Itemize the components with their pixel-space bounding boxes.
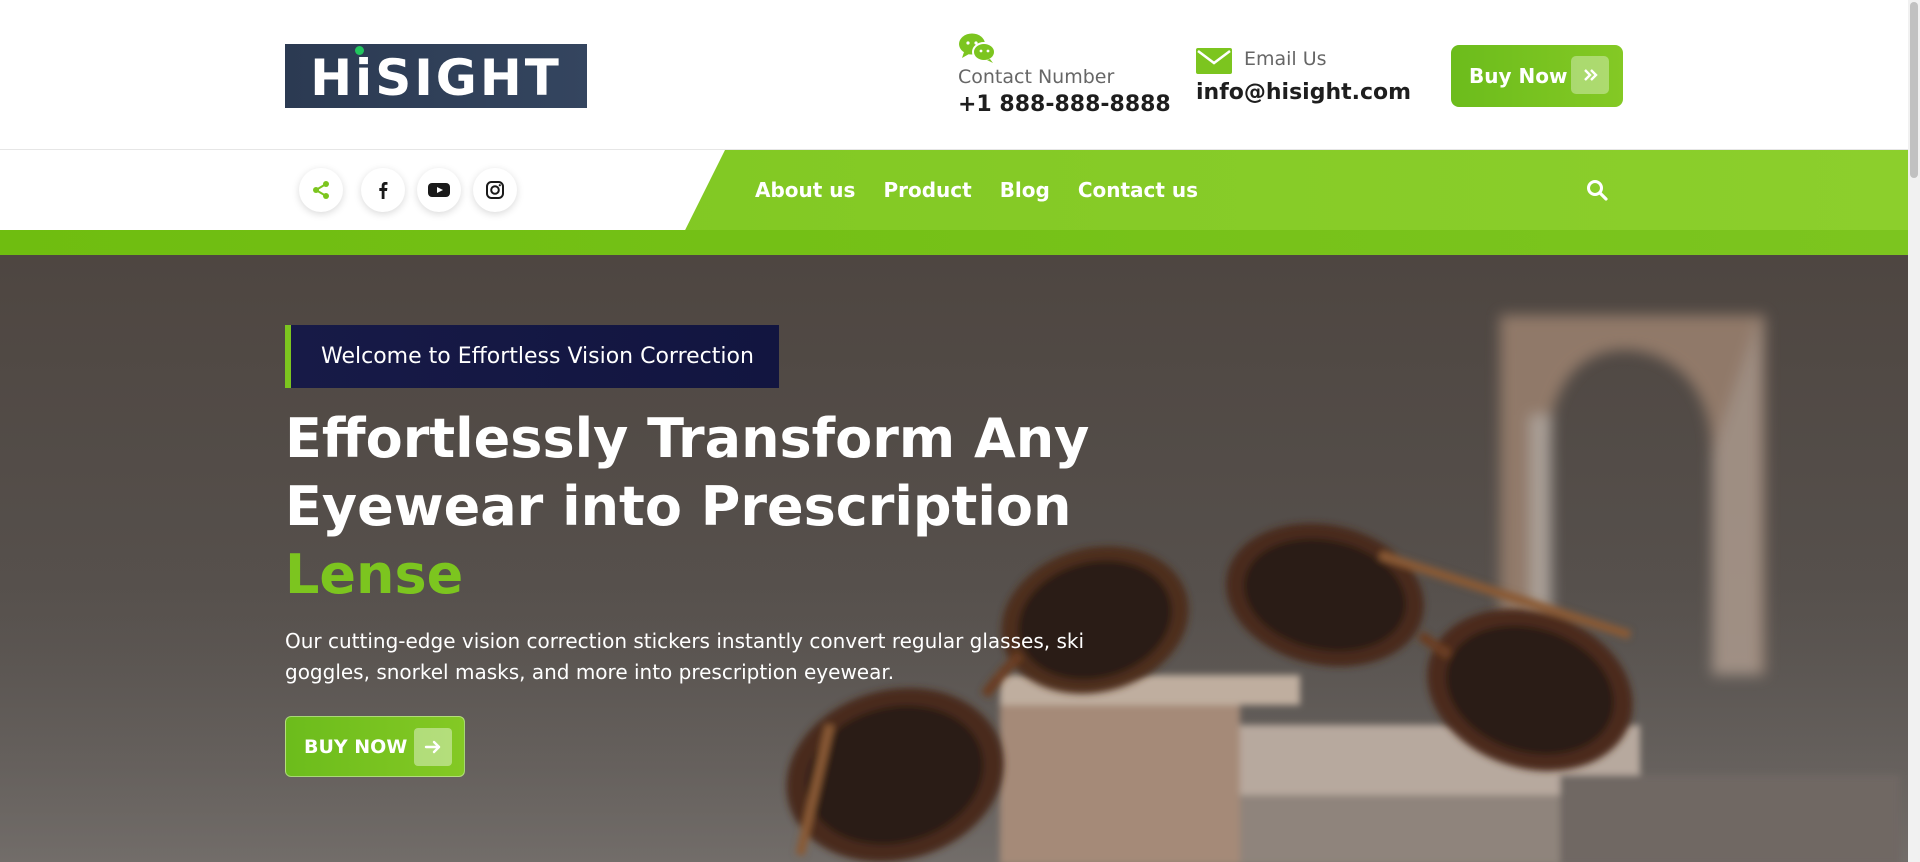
logo-dot-icon	[355, 46, 364, 55]
hero-badge-text: Welcome to Effortless Vision Correction	[321, 344, 754, 369]
hero-buy-now-button[interactable]: BUY NOW	[285, 716, 465, 777]
contact-number-value[interactable]: +1 888-888-8888	[958, 92, 1171, 117]
instagram-button[interactable]	[473, 168, 517, 212]
nav-bottom-strip	[0, 230, 1908, 255]
double-chevron-right-icon	[1571, 56, 1609, 94]
youtube-button[interactable]	[417, 168, 461, 212]
hero-description: Our cutting-edge vision correction stick…	[285, 629, 1085, 684]
hero-headline-accent: Lense	[285, 543, 464, 606]
logo-text: HiSIGHT	[310, 49, 562, 107]
hero-headline-line-2: Eyewear into Prescription	[285, 475, 1072, 538]
nav-link-product[interactable]: Product	[883, 178, 971, 202]
share-icon	[313, 181, 329, 199]
wechat-icon	[959, 33, 996, 63]
hero-headline: Effortlessly Transform Any Eyewear into …	[285, 405, 1105, 609]
email-value[interactable]: info@hisight.com	[1196, 80, 1411, 105]
search-button[interactable]	[1585, 178, 1609, 202]
facebook-icon	[379, 182, 388, 199]
email-label: Email Us	[1244, 48, 1327, 70]
nav-link-about-us[interactable]: About us	[755, 178, 855, 202]
buy-now-label: Buy Now	[1469, 64, 1568, 88]
instagram-icon	[486, 181, 504, 199]
arrow-right-icon	[414, 728, 452, 766]
hero-banner: Welcome to Effortless Vision Correction …	[0, 255, 1908, 862]
nav-link-blog[interactable]: Blog	[1000, 178, 1050, 202]
email-block: Email Us info@hisight.com	[1196, 46, 1426, 116]
share-button[interactable]	[299, 168, 343, 212]
nav-link-contact-us[interactable]: Contact us	[1078, 178, 1198, 202]
main-nav-bar: About us Product Blog Contact us	[0, 150, 1908, 255]
mail-icon	[1196, 48, 1232, 74]
buy-now-button[interactable]: Buy Now	[1451, 45, 1623, 107]
nav-links: About us Product Blog Contact us	[755, 150, 1226, 230]
search-icon	[1587, 180, 1608, 201]
contact-number-label: Contact Number	[958, 66, 1115, 88]
facebook-button[interactable]	[361, 168, 405, 212]
page-scrollbar[interactable]	[1908, 0, 1920, 862]
site-logo[interactable]: HiSIGHT	[285, 44, 587, 108]
hero-buy-now-label: BUY NOW	[304, 735, 408, 758]
scrollbar-thumb[interactable]	[1910, 2, 1918, 178]
site-header: HiSIGHT Contact Number +1 888-888-8888 E…	[0, 0, 1908, 150]
hero-badge: Welcome to Effortless Vision Correction	[285, 325, 779, 388]
contact-number-block: Contact Number +1 888-888-8888	[958, 32, 1171, 122]
youtube-icon	[428, 183, 450, 197]
hero-headline-line-1: Effortlessly Transform Any	[285, 407, 1090, 470]
